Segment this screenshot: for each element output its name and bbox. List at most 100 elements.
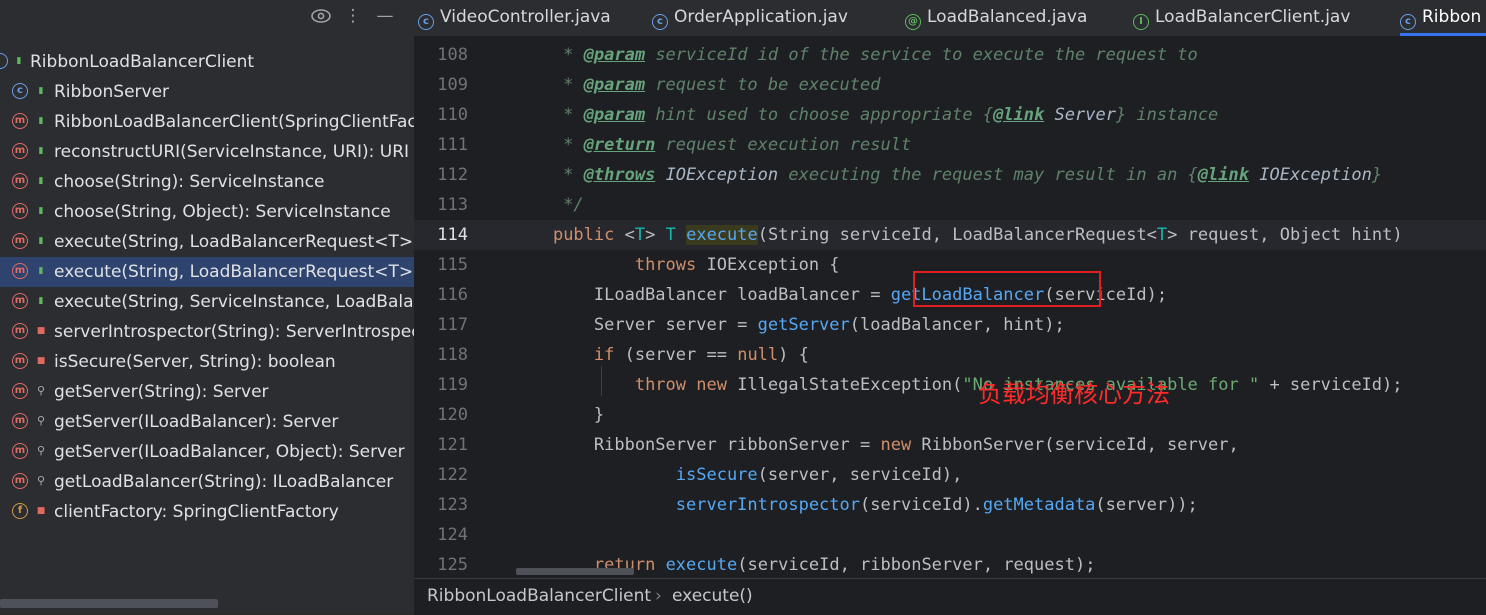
line-number: 109 (437, 75, 468, 95)
line-number: 108 (437, 45, 468, 65)
tab-label: LoadBalanced.java (927, 7, 1088, 27)
tree-item[interactable]: m ■ serverIntrospector(String): ServerIntr… (0, 317, 414, 347)
editor-tab[interactable]: @ LoadBalanced.java (905, 0, 1087, 36)
code-text: public <T> T execute(String serviceId, L… (552, 225, 1403, 245)
tree-item[interactable]: m ▮ execute(String, ServiceInstance, LoadB… (0, 287, 414, 317)
private-visibility-icon: ■ (36, 506, 46, 516)
code-line[interactable]: 114 public <T> T execute(String serviceI… (414, 220, 1486, 250)
code-line[interactable]: 121 RibbonServer ribbonServer = new Ribb… (414, 430, 1486, 460)
method-icon: m (12, 143, 28, 159)
line-number: 119 (437, 375, 468, 395)
tree-item-label: getServer(ILoadBalancer, Object): Server (54, 442, 405, 462)
code-text: RibbonServer ribbonServer = new RibbonSe… (512, 435, 1239, 455)
structure-toolbar: ⋮ — (0, 0, 414, 34)
editor-tab[interactable]: c VideoController.java (418, 0, 611, 36)
public-visibility-icon: ▮ (38, 116, 44, 126)
tree-item[interactable]: m ⚲ getServer(ILoadBalancer): Server (0, 407, 414, 437)
code-line[interactable]: 123 serverIntrospector(serviceId).getMet… (414, 490, 1486, 520)
tree-item-label: isSecure(Server, String): boolean (54, 352, 336, 372)
breadcrumb-class[interactable]: RibbonLoadBalancerClient (427, 579, 651, 613)
line-number: 117 (437, 315, 468, 335)
public-visibility-icon: ▮ (38, 296, 44, 306)
file-type-icon: @ (905, 14, 921, 30)
public-visibility-icon: ▮ (16, 56, 22, 66)
method-icon: m (12, 263, 28, 279)
code-line[interactable]: 111 * @return request execution result (414, 130, 1486, 160)
tree-item-label: getLoadBalancer(String): ILoadBalancer (54, 472, 394, 492)
code-line[interactable]: 120 } (414, 400, 1486, 430)
line-number: 111 (437, 135, 468, 155)
code-line[interactable]: 119 throw new IllegalStateException("No … (414, 370, 1486, 400)
editor-tab[interactable]: c OrderApplication.jav (652, 0, 848, 36)
code-horizontal-scrollbar[interactable] (516, 568, 634, 575)
file-type-icon: c (418, 14, 434, 30)
tree-item-label: getServer(String): Server (54, 382, 269, 402)
line-number: 116 (437, 285, 468, 305)
tree-item-label: execute(String, ServiceInstance, LoadBal… (54, 292, 414, 312)
tree-item-label: getServer(ILoadBalancer): Server (54, 412, 339, 432)
code-text: * @param hint used to choose appropriate… (512, 105, 1219, 125)
code-line[interactable]: 108 * @param serviceId id of the service… (414, 40, 1486, 70)
tree-item[interactable]: f ■ clientFactory: SpringClientFactory (0, 497, 414, 527)
tree-item[interactable]: m ⚲ getServer(ILoadBalancer, Object): Serv… (0, 437, 414, 467)
code-text: throw new IllegalStateException("No inst… (634, 375, 1403, 395)
tree-item[interactable]: m ▮ execute(String, LoadBalancerRequest<T>… (0, 227, 414, 257)
code-line[interactable]: 113 */ (414, 190, 1486, 220)
minimize-icon[interactable]: — (373, 5, 397, 27)
line-number: 114 (437, 225, 468, 245)
code-line[interactable]: 118 if (server == null) { (414, 340, 1486, 370)
code-text: Server server = getServer(loadBalancer, … (512, 315, 1065, 335)
code-editor[interactable]: 108 * @param serviceId id of the service… (414, 36, 1486, 578)
breadcrumb-method[interactable]: execute() (672, 579, 753, 613)
public-visibility-icon: ▮ (38, 146, 44, 156)
horizontal-scrollbar[interactable] (0, 599, 218, 608)
code-line[interactable]: 109 * @param request to be executed (414, 70, 1486, 100)
tree-item[interactable]: m ▮ reconstructURI(ServiceInstance, URI): … (0, 137, 414, 167)
tree-item[interactable]: ▮ RibbonLoadBalancerClient (0, 47, 414, 77)
tree-item-label: choose(String): ServiceInstance (54, 172, 325, 192)
code-line[interactable]: 124 (414, 520, 1486, 550)
code-line[interactable]: 122 isSecure(server, serviceId), (414, 460, 1486, 490)
code-text: * @param request to be executed (512, 75, 881, 95)
method-icon: m (12, 473, 28, 489)
private-visibility-icon: ■ (36, 356, 46, 366)
tree-item[interactable]: m ■ isSecure(Server, String): boolean (0, 347, 414, 377)
tree-item-label: execute(String, LoadBalancerRequest<T>, … (54, 262, 414, 282)
tree-item[interactable]: c ▮ RibbonServer (0, 77, 414, 107)
editor-tab[interactable]: c Ribbon (1400, 0, 1486, 36)
eye-icon[interactable] (309, 5, 333, 33)
file-type-icon: c (652, 14, 668, 30)
package-visibility-icon: ⚲ (36, 444, 46, 457)
public-visibility-icon: ▮ (38, 266, 44, 276)
method-icon: m (12, 353, 28, 369)
method-icon: m (12, 173, 28, 189)
more-vertical-icon[interactable]: ⋮ (341, 5, 365, 27)
tree-item[interactable]: m ▮ RibbonLoadBalancerClient(SpringClientF… (0, 107, 414, 137)
tab-label: VideoController.java (440, 7, 611, 27)
breadcrumb-separator-icon: › (655, 586, 662, 606)
method-icon: m (12, 413, 28, 429)
editor-tab[interactable]: I LoadBalancerClient.jav (1133, 0, 1350, 36)
method-icon: m (12, 113, 28, 129)
class-icon (0, 53, 8, 69)
tree-item[interactable]: m ⚲ getLoadBalancer(String): ILoadBalancer (0, 467, 414, 497)
public-visibility-icon: ▮ (38, 86, 44, 96)
package-visibility-icon: ⚲ (36, 414, 46, 427)
code-text: * @return request execution result (512, 135, 912, 155)
tree-item-label: execute(String, LoadBalancerRequest<T>):… (54, 232, 414, 252)
tree-item[interactable]: m ▮ choose(String, Object): ServiceInstanc… (0, 197, 414, 227)
code-line[interactable]: 110 * @param hint used to choose appropr… (414, 100, 1486, 130)
code-line[interactable]: 112 * @throws IOException executing the … (414, 160, 1486, 190)
highlight-box (913, 271, 1101, 307)
method-icon: m (12, 233, 28, 249)
code-text: serverIntrospector(serviceId).getMetadat… (675, 495, 1198, 515)
tree-item[interactable]: m ⚲ getServer(String): Server (0, 377, 414, 407)
editor-tab-bar: c VideoController.java c OrderApplication.j… (414, 0, 1486, 36)
code-line[interactable]: 117 Server server = getServer(loadBalanc… (414, 310, 1486, 340)
method-icon: m (12, 383, 28, 399)
code-text: */ (512, 195, 584, 215)
tab-label: OrderApplication.jav (674, 7, 848, 27)
tree-item[interactable]: m ▮ choose(String): ServiceInstance (0, 167, 414, 197)
tree-item[interactable]: m ▮ execute(String, LoadBalancerRequest<T>… (0, 257, 414, 287)
tree-item-label: RibbonServer (54, 82, 170, 102)
